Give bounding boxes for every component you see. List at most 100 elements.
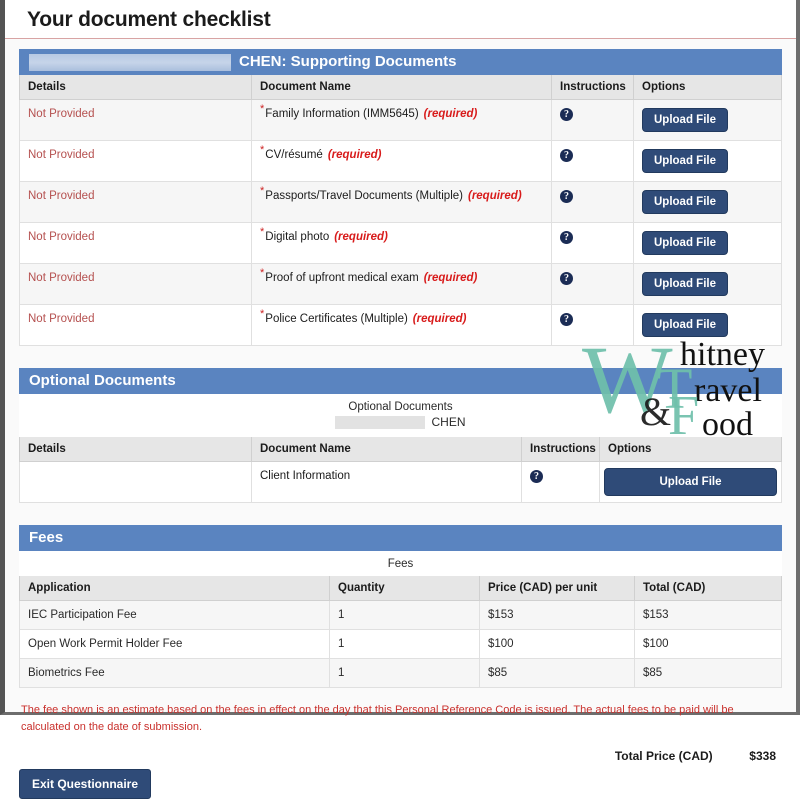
optional-documents-table: Details Document Name Instructions Optio… [19,437,782,504]
column-header-instructions: Instructions [551,75,634,100]
required-asterisk: * [260,308,265,321]
required-badge: (required) [423,272,478,284]
redacted-applicant-name [335,416,426,430]
help-icon[interactable]: ? [560,313,573,326]
total-price-amount: $338 [749,749,776,764]
cell-options: Upload File [633,304,782,346]
column-header-quantity: Quantity [329,576,480,602]
upload-file-button[interactable]: Upload File [604,468,777,497]
cell-document-name: *Proof of upfront medical exam (required) [251,263,552,305]
status-not-provided: Not Provided [28,149,95,161]
upload-file-button[interactable]: Upload File [642,272,728,296]
cell-document-name: *CV/résumé (required) [251,140,552,182]
total-price-label: Total Price (CAD) [614,749,713,764]
column-header-options: Options [599,437,782,463]
applicant-surname: CHEN [431,415,466,429]
help-icon[interactable]: ? [560,231,573,244]
required-badge: (required) [412,313,467,325]
cell-application: IEC Participation Fee [19,600,330,631]
cell-instructions: ? [551,304,634,346]
column-header-options: Options [633,75,782,100]
table-row: Not Provided *Digital photo (required) ? … [19,222,782,264]
optional-documents-header-label: Optional Documents [29,372,176,389]
fees-header: Fees [19,525,782,552]
cell-price: $85 [479,658,635,689]
status-not-provided: Not Provided [28,108,95,120]
required-asterisk: * [260,185,265,198]
table-row: Not Provided *Passports/Travel Documents… [19,181,782,223]
column-header-details: Details [19,437,252,463]
required-asterisk: * [260,267,265,280]
fee-disclaimer: The fee shown is an estimate based on th… [21,704,734,733]
cell-document-name: *Passports/Travel Documents (Multiple) (r… [251,181,552,223]
table-header-row: Details Document Name Instructions Optio… [19,75,782,100]
required-asterisk: * [260,103,265,116]
total-price-row: Total Price (CAD) $338 [19,735,782,763]
table-header-row: Application Quantity Price (CAD) per uni… [19,576,782,602]
required-badge: (required) [467,190,522,202]
fees-header-label: Fees [29,529,64,547]
column-header-application: Application [19,576,330,602]
cell-details: Not Provided [19,222,252,264]
cell-application: Biometrics Fee [19,658,330,689]
cell-application: Open Work Permit Holder Fee [19,629,330,660]
upload-file-button[interactable]: Upload File [642,149,728,173]
cell-total: $153 [634,600,782,631]
cell-total: $100 [634,629,782,660]
upload-file-button[interactable]: Upload File [642,190,728,214]
cell-details: Not Provided [19,99,252,141]
upload-file-button[interactable]: Upload File [642,108,728,132]
column-header-instructions: Instructions [521,437,600,463]
optional-documents-header: Optional Documents [19,368,782,394]
optional-documents-subject: CHEN [19,415,782,438]
table-row: Client Information ? Upload File [19,461,782,504]
cell-instructions: ? [551,140,634,182]
supporting-documents-header: CHEN: Supporting Documents [19,49,782,75]
cell-document-name: *Police Certificates (Multiple) (required… [251,304,552,346]
required-badge: (required) [423,108,478,120]
cell-price: $100 [479,629,635,660]
cell-instructions: ? [521,461,600,504]
cell-quantity: 1 [329,629,480,660]
upload-file-button[interactable]: Upload File [642,231,728,255]
cell-instructions: ? [551,99,634,141]
cell-price: $153 [479,600,635,631]
required-badge: (required) [334,231,388,243]
cell-options: Upload File [633,181,782,223]
optional-documents-caption: Optional Documents [19,394,782,415]
cell-total: $85 [634,658,782,689]
cell-options: Upload File [599,461,782,504]
help-icon[interactable]: ? [530,470,543,484]
cell-quantity: 1 [329,658,480,689]
cell-details: Not Provided [19,304,252,346]
column-header-document-name: Document Name [251,75,552,100]
upload-file-button[interactable]: Upload File [642,313,728,337]
column-header-details: Details [19,75,252,100]
status-not-provided: Not Provided [28,190,95,202]
column-header-price-per-unit: Price (CAD) per unit [479,576,635,602]
help-icon[interactable]: ? [560,190,573,203]
help-icon[interactable]: ? [560,272,573,285]
help-icon[interactable]: ? [560,149,573,162]
required-badge: (required) [327,149,382,161]
cell-options: Upload File [633,263,782,305]
column-header-total: Total (CAD) [634,576,782,602]
status-not-provided: Not Provided [28,272,95,284]
cell-options: Upload File [633,222,782,264]
table-row: Not Provided *CV/résumé (required) ? Uplo… [19,140,782,182]
table-row: Not Provided *Family Information (IMM564… [19,99,782,141]
exit-questionnaire-button[interactable]: Exit Questionnaire [19,769,152,799]
fees-table: Application Quantity Price (CAD) per uni… [19,576,782,689]
cell-document-name: Client Information [251,461,522,504]
cell-details: Not Provided [19,140,252,182]
cell-document-name: *Digital photo (required) [251,222,552,264]
cell-instructions: ? [551,263,634,305]
table-row: Not Provided *Police Certificates (Multi… [19,304,782,346]
cell-quantity: 1 [329,600,480,631]
help-icon[interactable]: ? [560,108,573,121]
cell-instructions: ? [551,181,634,223]
cell-details: Not Provided [19,263,252,305]
table-row: Not Provided *Proof of upfront medical e… [19,263,782,305]
